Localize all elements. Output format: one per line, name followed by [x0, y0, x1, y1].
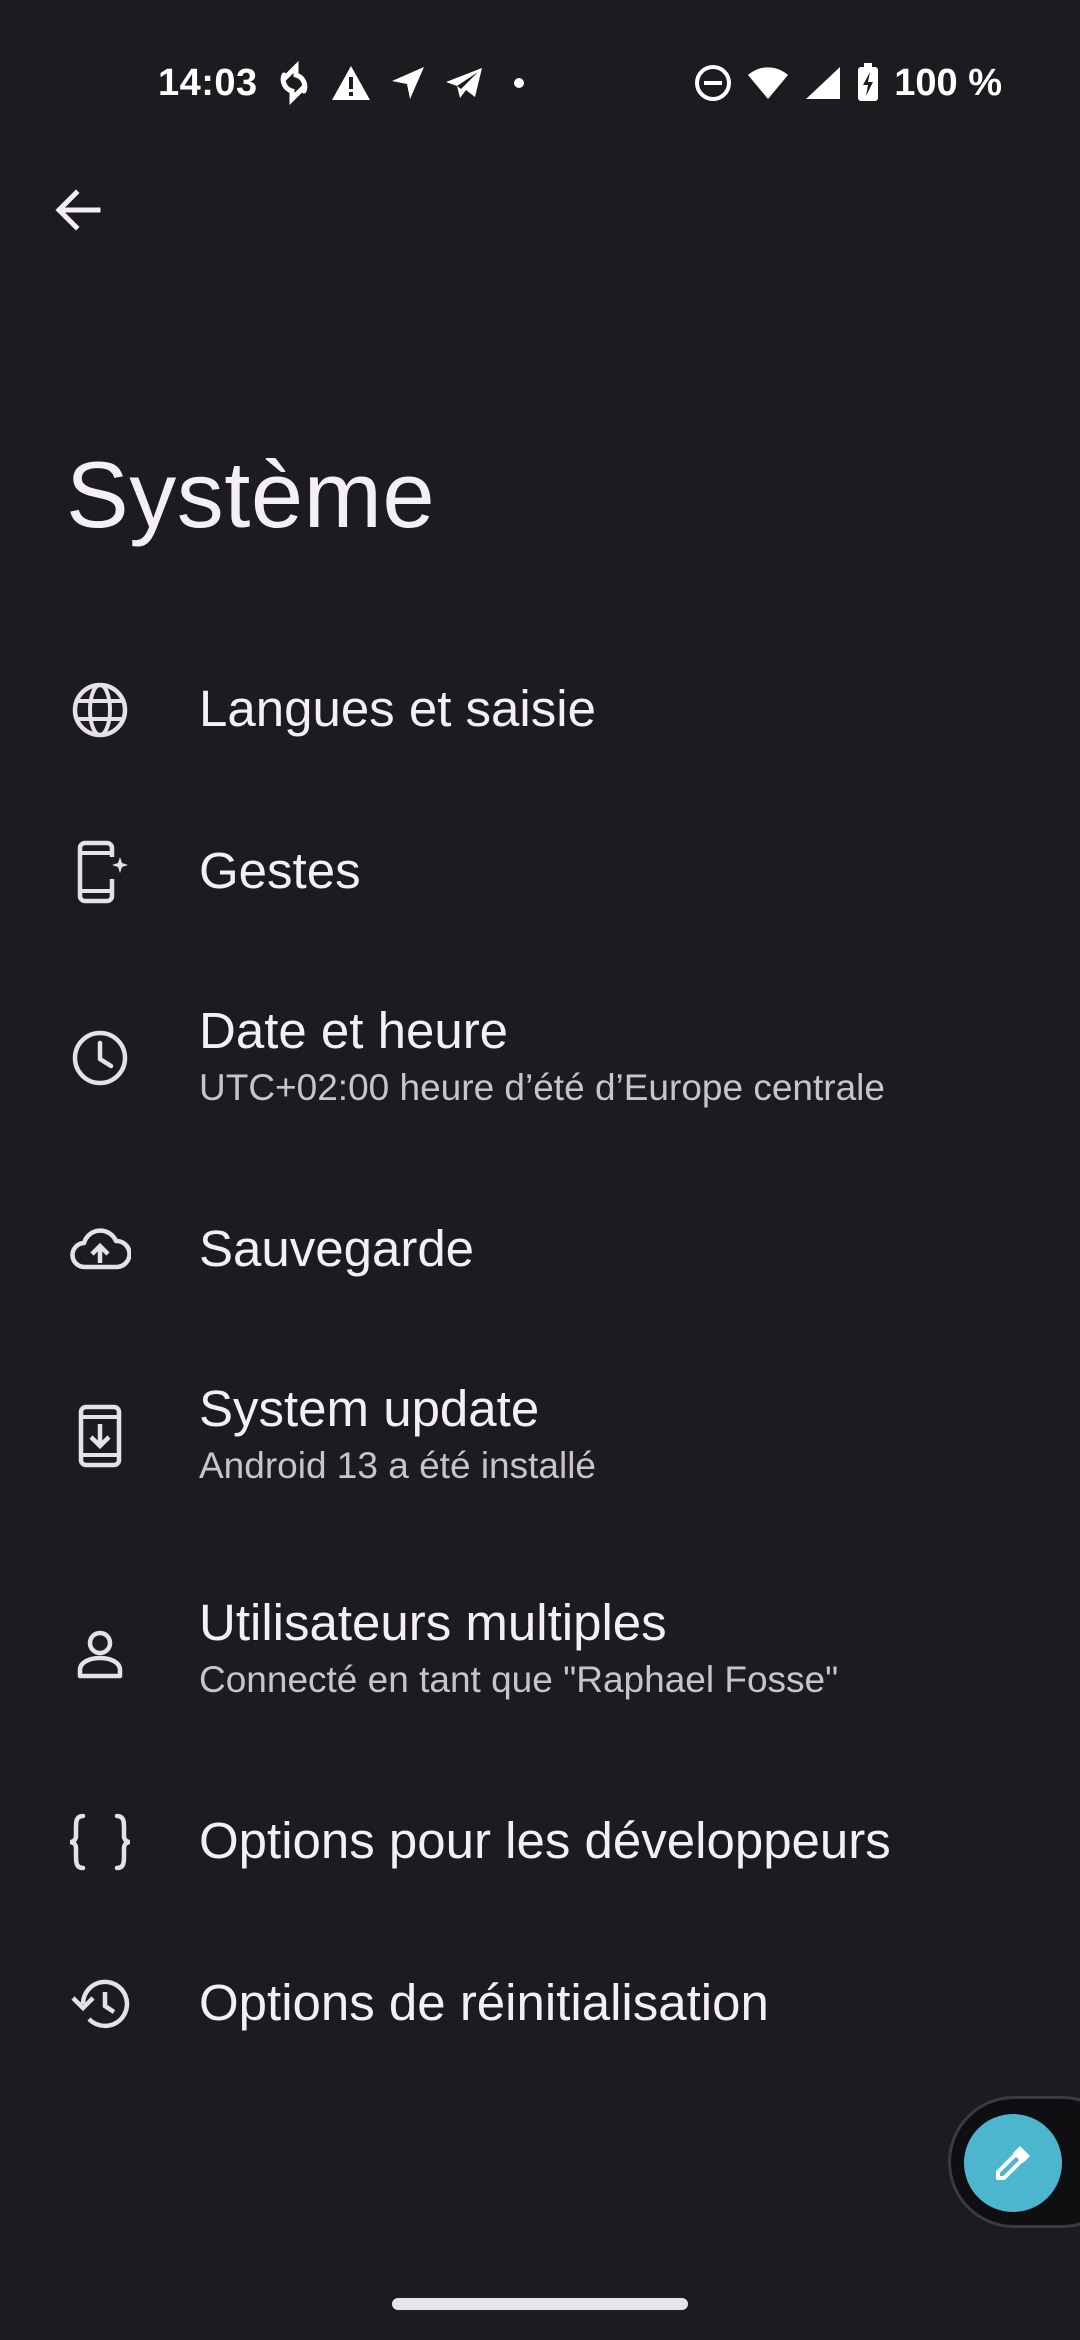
battery-percentage: 100 % — [894, 61, 1002, 104]
back-button[interactable] — [38, 170, 118, 250]
setting-title: Options pour les développeurs — [199, 1812, 891, 1869]
setting-item-date-time[interactable]: Date et heure UTC+02:00 heure d’été d’Eu… — [0, 996, 1080, 1136]
battery-charging-icon — [856, 63, 880, 103]
status-bar: 14:03 100 % — [0, 0, 1080, 170]
clock-icon — [64, 1022, 136, 1094]
telegram-icon — [444, 66, 484, 100]
setting-title: Gestes — [199, 842, 361, 899]
signal-icon — [804, 65, 842, 101]
arrow-back-icon — [55, 189, 101, 231]
setting-title: Date et heure — [199, 1002, 509, 1059]
setting-subtitle: UTC+02:00 heure d’été d’Europe centrale — [199, 1067, 885, 1109]
color-picker-button[interactable] — [964, 2114, 1062, 2212]
history-icon — [64, 1968, 136, 2040]
setting-subtitle: Connecté en tant que "Raphael Fosse" — [199, 1659, 839, 1701]
setting-title: Langues et saisie — [199, 680, 596, 737]
system-update-icon — [64, 1400, 136, 1472]
location-arrow-icon — [390, 65, 426, 101]
person-icon — [64, 1618, 136, 1690]
setting-title: Sauvegarde — [199, 1220, 475, 1277]
gesture-navigation-bar[interactable] — [392, 2298, 688, 2310]
status-time: 14:03 — [158, 61, 258, 104]
code-braces-icon — [64, 1806, 136, 1878]
setting-item-gestures[interactable]: Gestes — [0, 822, 1080, 922]
warning-icon — [330, 64, 372, 102]
page-title: Système — [66, 442, 436, 547]
status-left: 14:03 — [158, 58, 536, 108]
setting-subtitle: Android 13 a été installé — [199, 1445, 596, 1487]
setting-item-multiple-users[interactable]: Utilisateurs multiples Connecté en tant … — [0, 1588, 1080, 1728]
do-not-disturb-icon — [694, 64, 732, 102]
cloud-upload-icon — [64, 1214, 136, 1286]
color-picker-icon — [996, 2146, 1030, 2180]
setting-item-reset-options[interactable]: Options de réinitialisation — [0, 1954, 1080, 2054]
setting-item-backup[interactable]: Sauvegarde — [0, 1200, 1080, 1300]
setting-item-developer-options[interactable]: Options pour les développeurs — [0, 1792, 1080, 1892]
sync-icon — [276, 61, 312, 105]
setting-item-system-update[interactable]: System update Android 13 a été installé — [0, 1374, 1080, 1514]
globe-icon — [64, 674, 136, 746]
dot-icon — [502, 73, 536, 93]
phone-gesture-icon — [64, 836, 136, 908]
setting-title: Utilisateurs multiples — [199, 1594, 667, 1651]
setting-item-languages[interactable]: Langues et saisie — [0, 660, 1080, 760]
setting-title: System update — [199, 1380, 540, 1437]
status-right: 100 % — [694, 58, 1002, 108]
setting-title: Options de réinitialisation — [199, 1974, 769, 2031]
wifi-icon — [746, 65, 790, 101]
